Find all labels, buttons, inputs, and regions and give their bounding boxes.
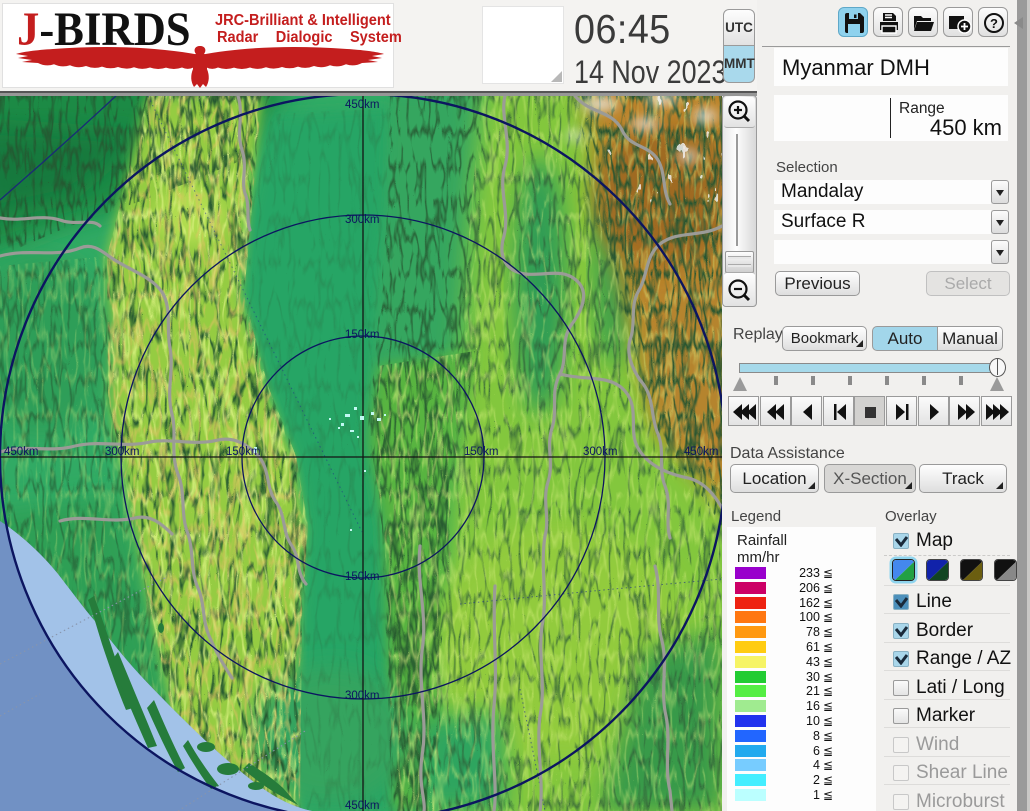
svg-text:300km: 300km	[583, 446, 618, 458]
svg-text:300km: 300km	[105, 446, 140, 458]
svg-text:300km: 300km	[345, 214, 380, 226]
svg-text:150km: 150km	[226, 446, 261, 458]
svg-text:150km: 150km	[464, 446, 499, 458]
svg-text:300km: 300km	[345, 690, 380, 702]
svg-text:450km: 450km	[684, 446, 719, 458]
svg-text:150km: 150km	[345, 571, 380, 583]
svg-text:?: ?	[990, 16, 998, 31]
svg-text:450km: 450km	[345, 99, 380, 111]
svg-text:450km: 450km	[4, 446, 39, 458]
svg-text:150km: 150km	[345, 329, 380, 341]
svg-text:450km: 450km	[345, 800, 380, 811]
